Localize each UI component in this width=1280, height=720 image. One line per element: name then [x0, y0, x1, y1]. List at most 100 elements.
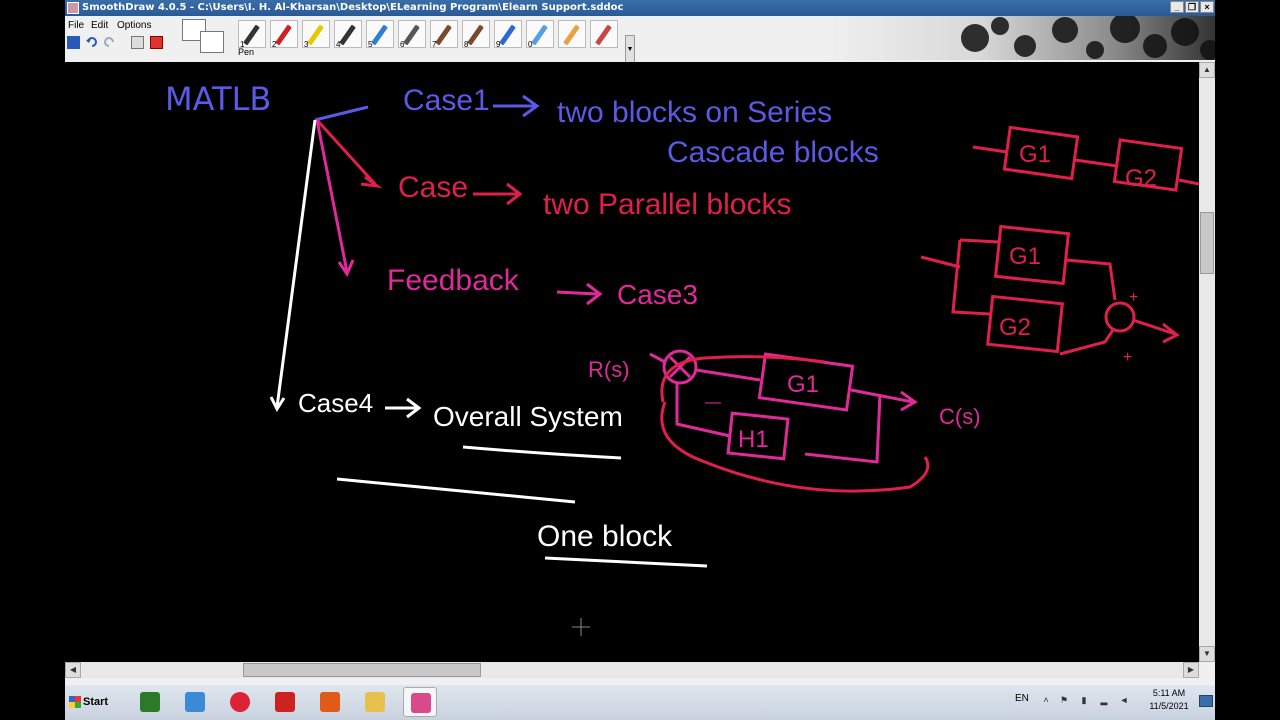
clock-date: 11/5/2021 [1149, 701, 1189, 711]
matlab-icon [320, 692, 340, 712]
tool-number: 8 [464, 40, 469, 49]
brush-icon [371, 24, 388, 46]
battery-icon[interactable]: ▮ [1079, 695, 1089, 707]
vertical-scroll-thumb[interactable] [1200, 212, 1214, 274]
redo-icon[interactable] [103, 36, 116, 49]
tools-dropdown-button[interactable]: ▼ [625, 35, 635, 63]
volume-icon[interactable]: ◄ [1119, 695, 1129, 707]
brush-tool-2[interactable]: 2 [270, 20, 298, 49]
tray-expand-icon[interactable]: ˄ [1041, 695, 1051, 707]
drawing-canvas[interactable]: MATLB Case1 two blocks on Series Cascade… [65, 62, 1200, 662]
menu-edit[interactable]: Edit [91, 20, 108, 31]
brush-tool-8[interactable]: 8 [462, 20, 490, 49]
image-icon[interactable] [150, 36, 163, 49]
save-icon[interactable] [67, 36, 80, 49]
brush-tool-9[interactable]: 9 [494, 20, 522, 49]
taskbar-app-chat[interactable] [178, 687, 212, 717]
brush-tool-12[interactable] [590, 20, 618, 48]
g2-series-label: G2 [1125, 165, 1157, 192]
taskbar-app-matlab[interactable] [313, 687, 347, 717]
brush-icon [307, 24, 324, 46]
tool-number: 3 [304, 40, 309, 49]
case2-text: Case [398, 171, 468, 204]
parallel-block-diagram [920, 224, 1180, 356]
plus-bottom-label: + [1123, 349, 1132, 366]
taskbar-app-folder[interactable] [358, 687, 392, 717]
brush-tool-6[interactable]: 6 [398, 20, 426, 49]
smoothdraw-window: SmoothDraw 4.0.5 - C:\Users\I. H. Al-Kha… [65, 0, 1215, 685]
menu-file[interactable]: File [68, 20, 84, 31]
scroll-down-button[interactable]: ▼ [1199, 646, 1215, 662]
cs-label: C(s) [939, 404, 981, 429]
vertical-scrollbar[interactable]: ▲ ▼ [1199, 62, 1215, 662]
start-button[interactable]: Start [67, 689, 113, 715]
taskbar-app-pdf[interactable] [268, 687, 302, 717]
g1-parallel-label: G1 [1009, 243, 1041, 270]
brush-icon [435, 24, 452, 46]
crosshair-cursor-icon [572, 618, 590, 636]
chrome-icon [230, 692, 250, 712]
language-indicator[interactable]: EN [1015, 693, 1029, 704]
undo-icon[interactable] [85, 36, 98, 49]
rs-label: R(s) [588, 357, 630, 382]
tool-number: 2 [272, 40, 277, 49]
quick-access-toolbar [65, 36, 175, 50]
brush-icon [275, 24, 292, 46]
feedback-loop-circle [660, 401, 930, 493]
brush-icon [531, 24, 548, 46]
brush-tool-7[interactable]: 7 [430, 20, 458, 49]
secondary-color-swatch[interactable] [200, 31, 224, 53]
brush-icon [563, 24, 580, 46]
tool-number: 6 [400, 40, 405, 49]
brush-icon [499, 24, 516, 46]
feedback-text: Feedback [387, 264, 520, 297]
scroll-right-button[interactable]: ▶ [1183, 662, 1199, 678]
tool-number: 4 [336, 40, 341, 49]
brush-tool-10[interactable]: 0 [526, 20, 554, 49]
taskbar-app-smoothdraw[interactable] [403, 687, 437, 717]
h1-feedback-label: H1 [738, 426, 769, 453]
clock-time: 5:11 AM [1152, 688, 1186, 698]
scroll-up-button[interactable]: ▲ [1199, 62, 1215, 78]
taskbar-app-excel[interactable] [133, 687, 167, 717]
scroll-left-button[interactable]: ◀ [65, 662, 81, 678]
menu-options[interactable]: Options [117, 20, 151, 31]
restore-button[interactable]: ❐ [1185, 1, 1199, 13]
pdf-icon [275, 692, 295, 712]
smoothdraw-icon [411, 693, 431, 713]
tool-number: 0 [528, 40, 533, 49]
brush-tool-1[interactable]: 1 [238, 20, 266, 49]
horizontal-scrollbar[interactable]: ◀ ▶ [65, 662, 1199, 678]
taskbar-app-chrome[interactable] [223, 687, 257, 717]
g2-parallel-label: G2 [999, 314, 1031, 341]
brush-tool-11[interactable] [558, 20, 586, 48]
system-clock[interactable]: 5:11 AM 11/5/2021 [1143, 687, 1195, 713]
brush-icon [595, 24, 612, 46]
matlab-text: MATLB [165, 80, 271, 118]
brush-icon [467, 24, 484, 46]
brush-tool-5[interactable]: 5 [366, 20, 394, 49]
taskbar: Start EN ˄ ⚑ ▮ ▂ ◄ 5:11 AM 11/5/2021 [65, 685, 1215, 720]
show-desktop-button[interactable] [1199, 695, 1213, 707]
tool-number: 7 [432, 40, 437, 49]
brush-tool-3[interactable]: 3 [302, 20, 330, 49]
plus-top-label: + [1129, 289, 1138, 306]
window-title: SmoothDraw 4.0.5 - C:\Users\I. H. Al-Kha… [82, 2, 624, 13]
case1-desc2-text: Cascade blocks [667, 136, 879, 169]
overall-system-text: Overall System [433, 401, 623, 432]
brush-icon [339, 24, 356, 46]
app-icon [67, 2, 79, 14]
feedback-block-diagram [649, 349, 918, 464]
tray-flag-icon[interactable]: ⚑ [1059, 695, 1069, 707]
title-bar[interactable]: SmoothDraw 4.0.5 - C:\Users\I. H. Al-Kha… [65, 0, 1215, 16]
brush-icon [243, 24, 260, 46]
brush-tool-4[interactable]: 4 [334, 20, 362, 49]
g1-series-label: G1 [1019, 141, 1051, 168]
horizontal-scroll-thumb[interactable] [243, 663, 481, 677]
page-icon[interactable] [131, 36, 144, 49]
case4-text: Case4 [298, 388, 373, 418]
tool-number: 5 [368, 40, 373, 49]
network-icon[interactable]: ▂ [1099, 695, 1109, 707]
minimize-button[interactable]: _ [1170, 1, 1184, 13]
close-button[interactable]: × [1200, 1, 1214, 13]
